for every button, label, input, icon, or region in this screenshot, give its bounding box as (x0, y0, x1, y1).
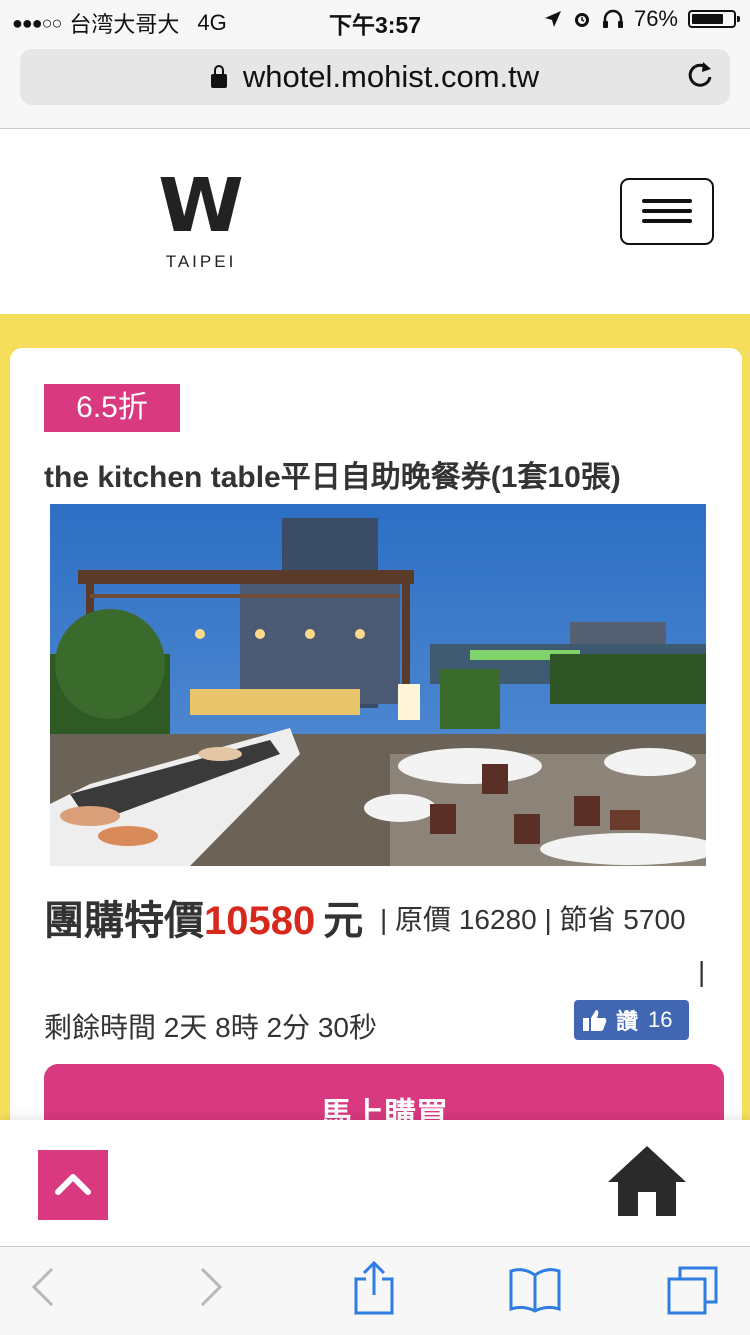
status-bar: ●●●○○ 台湾大哥大 4G 下午3:57 76% (0, 0, 750, 40)
deal-card: 6.5折 the kitchen table平日自助晚餐券(1套10張) 團購特… (10, 348, 742, 1148)
price-separator: | (698, 956, 706, 987)
menu-line-icon (642, 219, 692, 223)
site-header: W TAIPEI (0, 129, 750, 314)
battery-percent: 76% (633, 6, 678, 31)
scroll-top-button[interactable] (38, 1150, 108, 1220)
deal-photo[interactable] (50, 504, 706, 866)
chevron-right-icon (200, 1267, 223, 1307)
headphones-icon (602, 9, 623, 28)
home-button[interactable] (606, 1144, 688, 1218)
battery-icon (688, 10, 740, 28)
menu-line-icon (642, 209, 692, 213)
price-label: 團購特價 (44, 899, 204, 943)
discount-badge: 6.5折 (44, 384, 180, 432)
back-button[interactable] (30, 1265, 56, 1314)
content-area: 6.5折 the kitchen table平日自助晚餐券(1套10張) 團購特… (0, 314, 750, 1148)
share-icon (354, 1260, 394, 1315)
browser-address-area: whotel.mohist.com.tw (0, 40, 750, 129)
tabs-button[interactable] (666, 1265, 720, 1320)
address-bar[interactable]: whotel.mohist.com.tw (20, 49, 730, 105)
like-count: 16 (648, 1007, 673, 1032)
logo-subtitle: TAIPEI (165, 252, 237, 271)
like-label: 讚 (616, 1009, 639, 1034)
lock-icon (210, 65, 227, 88)
browser-toolbar (0, 1246, 750, 1335)
hamburger-menu-button[interactable] (620, 178, 714, 245)
price-value: 10580 (204, 899, 316, 943)
facebook-like-button[interactable]: 讚 16 (574, 1000, 689, 1040)
price-unit: 元 (323, 899, 364, 943)
reload-icon[interactable] (686, 60, 714, 98)
bottom-action-bar (0, 1120, 750, 1246)
book-icon (509, 1268, 561, 1313)
deal-title: the kitchen table平日自助晚餐券(1套10張) (44, 461, 621, 494)
status-right: 76% (544, 6, 740, 32)
bookmarks-button[interactable] (508, 1267, 562, 1318)
price-row: 團購特價10580 元 | 原價 16280 | 節省 5700 | (44, 888, 714, 987)
original-price-savings: | 原價 16280 | 節省 5700 (380, 904, 686, 935)
w-taipei-logo[interactable]: W TAIPEI (158, 163, 244, 272)
chevron-up-icon (55, 1174, 91, 1195)
chevron-left-icon (31, 1267, 54, 1307)
tabs-icon (667, 1266, 718, 1315)
logo-letter: W (158, 163, 244, 249)
home-icon (608, 1146, 686, 1216)
countdown-timer: 剩餘時間 2天 8時 2分 30秒 (44, 1012, 377, 1043)
thumbs-up-icon (583, 1010, 607, 1031)
menu-line-icon (642, 199, 692, 203)
location-arrow-icon (544, 11, 561, 27)
alarm-icon (574, 13, 589, 27)
forward-button[interactable] (198, 1265, 224, 1314)
url-text: whotel.mohist.com.tw (242, 59, 540, 94)
share-button[interactable] (352, 1260, 396, 1320)
